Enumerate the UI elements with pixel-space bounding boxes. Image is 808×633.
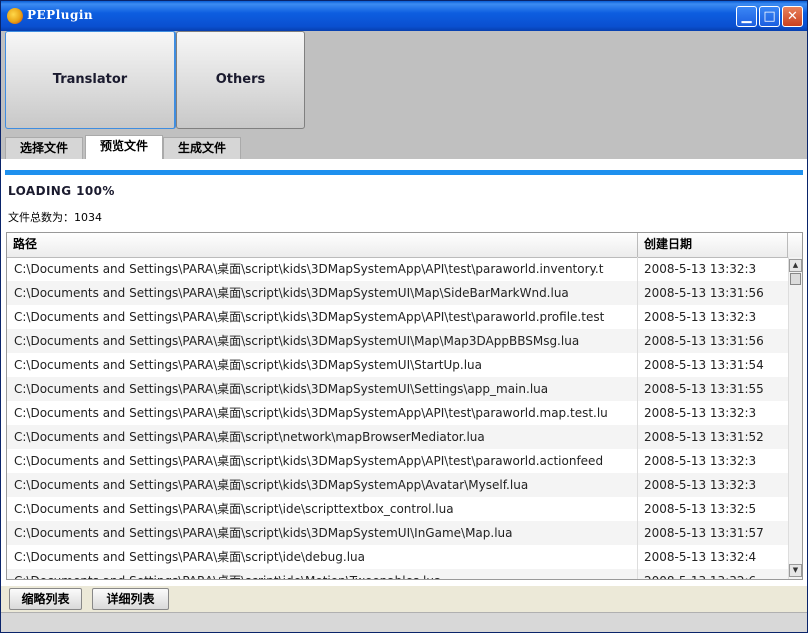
table-row[interactable]: C:\Documents and Settings\PARA\桌面\script…: [7, 473, 788, 497]
created-date-cell: 2008-5-13 13:31:56: [644, 286, 764, 300]
table-row[interactable]: C:\Documents and Settings\PARA\桌面\script…: [7, 377, 788, 401]
scroll-thumb[interactable]: [790, 273, 801, 285]
created-date-cell: 2008-5-13 13:31:56: [644, 334, 764, 348]
column-header-path[interactable]: 路径: [7, 233, 638, 257]
vertical-scrollbar[interactable]: ▲ ▼: [788, 257, 802, 579]
created-date-cell: 2008-5-13 13:32:3: [644, 262, 757, 276]
brief-list-button[interactable]: 缩略列表: [9, 588, 82, 610]
table-row[interactable]: C:\Documents and Settings\PARA\桌面\script…: [7, 305, 788, 329]
created-date-cell: 2008-5-13 13:32:6: [638, 569, 788, 579]
table-row[interactable]: C:\Documents and Settings\PARA\桌面\script…: [7, 257, 788, 281]
created-date-cell: 2008-5-13 13:31:52: [644, 430, 764, 444]
view-mode-bar: 缩略列表 详细列表: [1, 586, 807, 612]
translator-module-button[interactable]: Translator: [5, 31, 176, 129]
table-row[interactable]: C:\Documents and Settings\PARA\桌面\script…: [7, 329, 788, 353]
scroll-up-arrow-icon[interactable]: ▲: [789, 259, 802, 272]
file-path-cell: C:\Documents and Settings\PARA\桌面\script…: [7, 545, 638, 569]
created-date-cell: 2008-5-13 13:32:5: [644, 502, 757, 516]
created-date-cell: 2008-5-13 13:32:3: [644, 478, 757, 492]
created-date-cell: 2008-5-13 13:31:57: [644, 526, 764, 540]
detail-list-button[interactable]: 详细列表: [92, 588, 169, 610]
table-row[interactable]: C:\Documents and Settings\PARA\桌面\script…: [7, 497, 788, 521]
created-date-cell: 2008-5-13 13:32:3: [644, 454, 757, 468]
table-header: 路径 创建日期: [7, 233, 802, 258]
created-date-cell: 2008-5-13 13:31:55: [644, 382, 764, 396]
tab-select-files[interactable]: 选择文件: [5, 137, 83, 159]
file-path-cell: C:\Documents and Settings\PARA\桌面\script…: [7, 425, 638, 449]
app-icon: [7, 8, 23, 24]
table-row[interactable]: C:\Documents and Settings\PARA\桌面\script…: [7, 353, 788, 377]
file-path-cell: C:\Documents and Settings\PARA\桌面\script…: [7, 329, 638, 353]
table-row[interactable]: C:\Documents and Settings\PARA\桌面\script…: [7, 569, 788, 579]
file-path-cell: C:\Documents and Settings\PARA\桌面\script…: [7, 521, 638, 545]
status-bar: [1, 612, 807, 632]
window-title: PEPlugin: [27, 8, 94, 22]
table-row[interactable]: C:\Documents and Settings\PARA\桌面\script…: [7, 401, 788, 425]
created-date-cell: 2008-5-13 13:32:4: [644, 550, 757, 564]
file-path-cell: C:\Documents and Settings\PARA\桌面\script…: [7, 401, 638, 425]
created-date-cell: 2008-5-13 13:32:3: [644, 310, 757, 324]
scroll-down-arrow-icon[interactable]: ▼: [789, 564, 802, 577]
file-path-cell: C:\Documents and Settings\PARA\桌面\script…: [7, 353, 638, 377]
file-path-cell: C:\Documents and Settings\PARA\桌面\script…: [7, 257, 638, 281]
column-header-date[interactable]: 创建日期: [638, 233, 788, 257]
table-row[interactable]: C:\Documents and Settings\PARA\桌面\script…: [7, 545, 788, 569]
others-module-button[interactable]: Others: [176, 31, 305, 129]
module-bar: Translator Others: [1, 31, 807, 135]
file-path-cell: C:\Documents and Settings\PARA\桌面\script…: [7, 473, 638, 497]
file-table: 路径 创建日期 C:\Documents and Settings\PARA\桌…: [6, 232, 803, 580]
file-path-cell: C:\Documents and Settings\PARA\桌面\script…: [7, 449, 638, 473]
table-body: C:\Documents and Settings\PARA\桌面\script…: [7, 257, 788, 579]
preview-panel: LOADING 100% 文件总数为：1034 路径 创建日期 C:\Docum…: [1, 159, 807, 611]
close-button[interactable]: ✕: [782, 6, 803, 27]
file-path-cell: C:\Documents and Settings\PARA\桌面\script…: [7, 497, 638, 521]
loading-progress-bar: [5, 170, 803, 175]
maximize-button[interactable]: □: [759, 6, 780, 27]
file-path-cell: C:\Documents and Settings\PARA\桌面\script…: [7, 377, 638, 401]
tab-generate-files[interactable]: 生成文件: [163, 137, 241, 159]
created-date-cell: 2008-5-13 13:32:3: [644, 406, 757, 420]
title-bar[interactable]: PEPlugin ▁ □ ✕: [1, 1, 807, 31]
table-row[interactable]: C:\Documents and Settings\PARA\桌面\script…: [7, 425, 788, 449]
loading-status: LOADING 100%: [8, 184, 115, 198]
file-path-cell: C:\Documents and Settings\PARA\桌面\script…: [7, 569, 638, 579]
file-count: 文件总数为：1034: [8, 211, 102, 224]
table-row[interactable]: C:\Documents and Settings\PARA\桌面\script…: [7, 521, 788, 545]
table-row[interactable]: C:\Documents and Settings\PARA\桌面\script…: [7, 281, 788, 305]
tab-strip: 选择文件 预览文件 生成文件: [1, 135, 807, 159]
tab-preview-files[interactable]: 预览文件: [85, 135, 163, 159]
file-path-cell: C:\Documents and Settings\PARA\桌面\script…: [7, 281, 638, 305]
app-window: PEPlugin ▁ □ ✕ Translator Others 选择文件 预览…: [0, 0, 808, 633]
minimize-button[interactable]: ▁: [736, 6, 757, 27]
created-date-cell: 2008-5-13 13:31:54: [644, 358, 764, 372]
file-path-cell: C:\Documents and Settings\PARA\桌面\script…: [7, 305, 638, 329]
table-row[interactable]: C:\Documents and Settings\PARA\桌面\script…: [7, 449, 788, 473]
